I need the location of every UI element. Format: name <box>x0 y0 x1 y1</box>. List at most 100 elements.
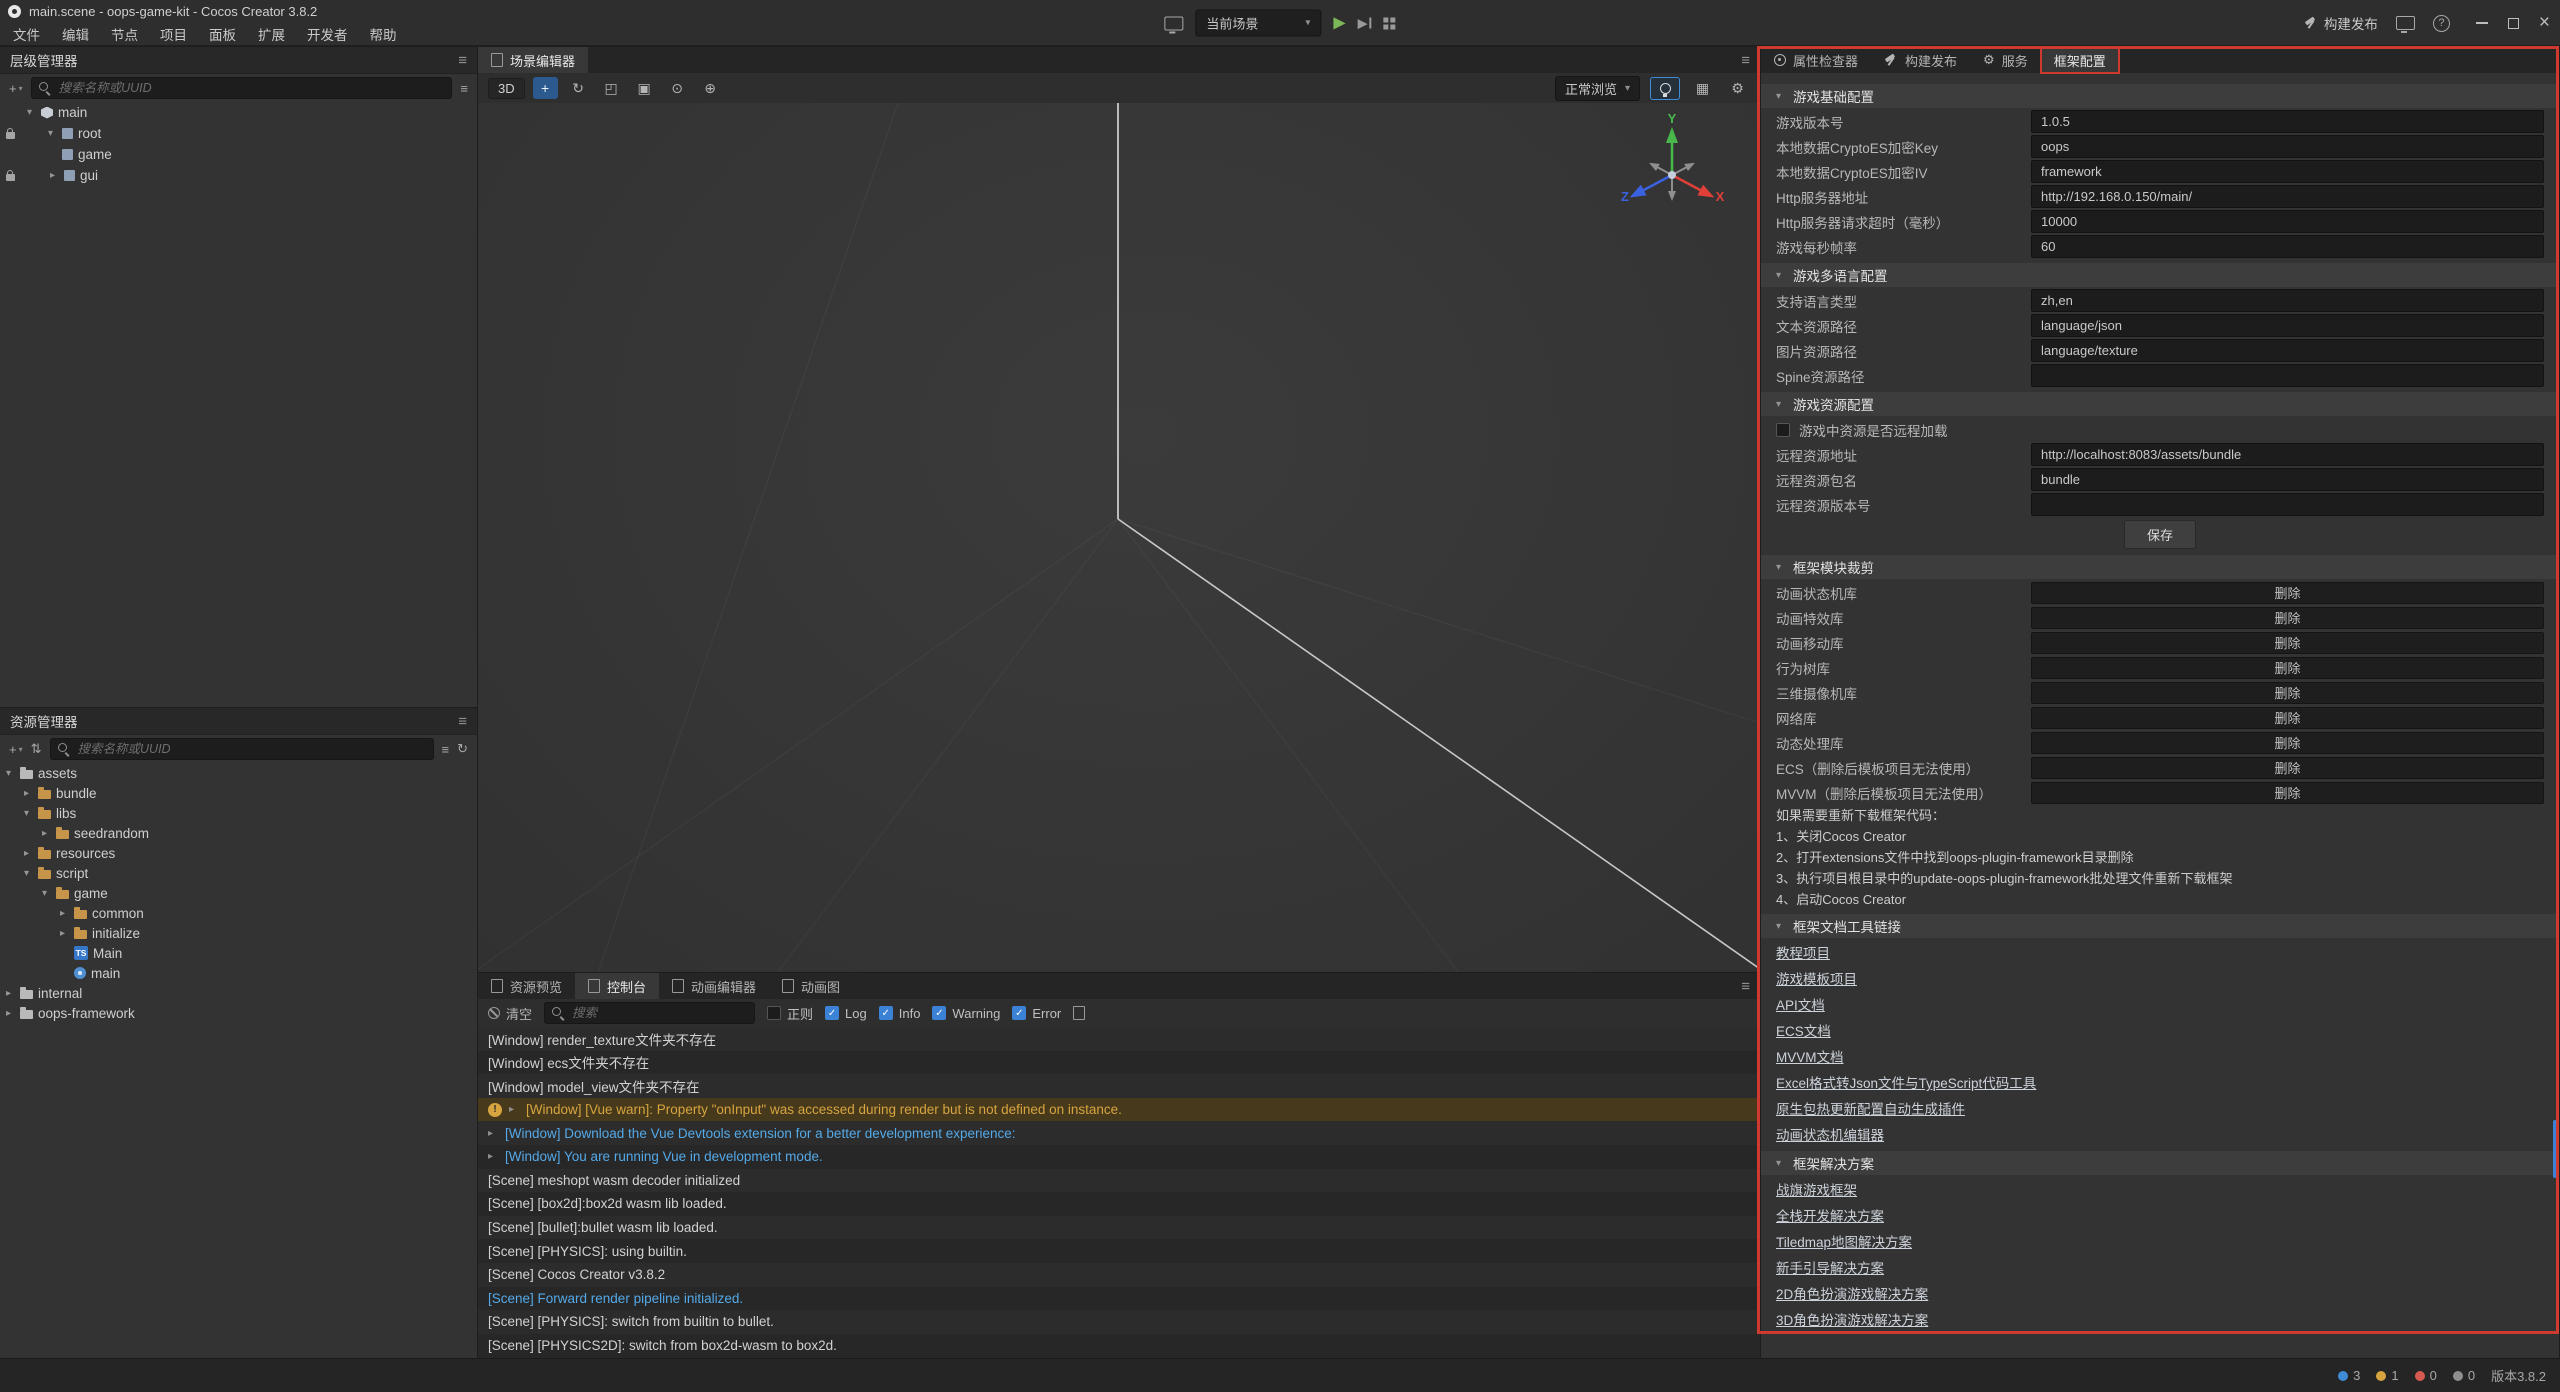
solution-link[interactable]: 2D角色扮演游戏解决方案 <box>1776 1283 1928 1303</box>
tab-build-publish[interactable]: 构建发布 <box>1871 47 1970 73</box>
log-row[interactable]: [Scene] [PHYSICS]: using builtin. <box>478 1239 1760 1263</box>
help-icon[interactable]: ? <box>2433 15 2450 32</box>
solution-link[interactable]: Tiledmap地图解决方案 <box>1776 1231 1912 1251</box>
log-row[interactable]: [Scene] [box2d]:box2d wasm lib loaded. <box>478 1192 1760 1216</box>
asset-folder-oops-framework[interactable]: ▸ oops-framework <box>0 1003 477 1023</box>
solution-link[interactable]: 全栈开发解决方案 <box>1776 1205 1884 1225</box>
log-row[interactable]: [Window] render_texture文件夹不存在 <box>478 1027 1760 1051</box>
current-scene-dropdown[interactable]: 当前场景 ▾ <box>1195 10 1321 37</box>
orientation-gizmo[interactable]: Y X Z <box>1614 111 1734 231</box>
log-row[interactable]: [Window] ecs文件夹不存在 <box>478 1051 1760 1075</box>
expand-closed-icon[interactable]: ▸ <box>509 1104 519 1115</box>
hierarchy-filter-icon[interactable]: ≡ <box>460 81 468 96</box>
delete-module-button[interactable]: 删除 <box>2031 732 2544 754</box>
remote-version-input[interactable] <box>2031 493 2544 516</box>
asset-folder-game[interactable]: ▾ game <box>0 883 477 903</box>
delete-module-button[interactable]: 删除 <box>2031 632 2544 654</box>
section-language-config[interactable]: ▾ 游戏多语言配置 <box>1761 263 2559 287</box>
hierarchy-menu-icon[interactable]: ≡ <box>458 52 467 69</box>
console-search-input[interactable] <box>570 1005 747 1021</box>
asset-folder-internal[interactable]: ▸ internal <box>0 983 477 1003</box>
space-toggle-icon[interactable]: ⊕ <box>698 77 723 99</box>
crypto-key-input[interactable] <box>2031 135 2544 158</box>
scene-viewport[interactable]: Y X Z <box>478 103 1760 972</box>
menu-extension[interactable]: 扩展 <box>247 24 296 44</box>
delete-module-button[interactable]: 删除 <box>2031 582 2544 604</box>
lock-icon[interactable] <box>6 174 15 181</box>
section-module-trim[interactable]: ▾ 框架模块裁剪 <box>1761 555 2559 579</box>
crypto-iv-input[interactable] <box>2031 160 2544 183</box>
step-button[interactable]: ▶ <box>1358 15 1372 31</box>
solution-link[interactable]: 战旗游戏框架 <box>1776 1179 1857 1199</box>
preview-grid-icon[interactable] <box>1384 17 1396 29</box>
image-res-path-input[interactable] <box>2031 339 2544 362</box>
log-count[interactable]: 3 <box>2338 1368 2360 1383</box>
tab-animation-editor[interactable]: 动画编辑器 <box>659 973 769 999</box>
filter-warning[interactable]: Warning <box>932 1006 1000 1021</box>
doc-link[interactable]: ECS文档 <box>1776 1020 1831 1040</box>
sort-icon[interactable]: ⇅ <box>31 741 42 757</box>
expand-open-icon[interactable]: ▾ <box>23 107 36 118</box>
delete-module-button[interactable]: 删除 <box>2031 782 2544 804</box>
solution-link[interactable]: 3D角色扮演游戏解决方案 <box>1776 1309 1928 1329</box>
delete-module-button[interactable]: 删除 <box>2031 682 2544 704</box>
assets-menu-icon[interactable]: ≡ <box>458 713 467 730</box>
http-timeout-input[interactable] <box>2031 210 2544 233</box>
pivot-toggle-icon[interactable]: ⊙ <box>665 77 690 99</box>
asset-folder-libs[interactable]: ▾ libs <box>0 803 477 823</box>
log-row-warning[interactable]: ! ▸ [Window] [Vue warn]: Property "onInp… <box>478 1098 1760 1122</box>
tab-property-inspector[interactable]: 属性检查器 <box>1761 47 1871 73</box>
other-count[interactable]: 0 <box>2453 1368 2475 1383</box>
delete-module-button[interactable]: 删除 <box>2031 757 2544 779</box>
solution-link[interactable]: 新手引导解决方案 <box>1776 1257 1884 1277</box>
delete-module-button[interactable]: 删除 <box>2031 707 2544 729</box>
expand-open-icon[interactable]: ▾ <box>44 128 57 139</box>
tab-asset-preview[interactable]: 资源预览 <box>478 973 575 999</box>
asset-folder-bundle[interactable]: ▸ bundle <box>0 783 477 803</box>
frame-rate-input[interactable] <box>2031 235 2544 258</box>
assets-filter-icon[interactable]: ≡ <box>442 742 450 757</box>
hierarchy-node-game[interactable]: game <box>0 144 477 165</box>
menu-node[interactable]: 节点 <box>100 24 149 44</box>
asset-file-main-ts[interactable]: TS Main <box>0 943 477 963</box>
maximize-button[interactable] <box>2508 18 2519 29</box>
build-publish-button[interactable]: 构建发布 <box>2304 13 2378 33</box>
layout-icon[interactable] <box>2396 16 2415 30</box>
menu-project[interactable]: 项目 <box>149 24 198 44</box>
filter-error[interactable]: Error <box>1012 1006 1061 1021</box>
doc-link[interactable]: 教程项目 <box>1776 942 1830 962</box>
refresh-icon[interactable]: ↻ <box>457 741 468 757</box>
hierarchy-node-main[interactable]: ▾ main <box>0 102 477 123</box>
save-button[interactable]: 保存 <box>2124 520 2196 549</box>
lock-icon[interactable] <box>6 132 15 139</box>
section-solutions[interactable]: ▾ 框架解决方案 <box>1761 1151 2559 1175</box>
expand-closed-icon[interactable]: ▸ <box>488 1151 498 1162</box>
log-row[interactable]: [Scene] [PHYSICS2D]: switch from box2d-w… <box>478 1334 1760 1358</box>
language-types-input[interactable] <box>2031 289 2544 312</box>
rotate-tool-icon[interactable]: ↻ <box>566 77 591 99</box>
log-row-info[interactable]: ▸ [Window] Download the Vue Devtools ext… <box>478 1121 1760 1145</box>
add-asset-button[interactable]: +▾ <box>9 742 23 757</box>
console-searchbox[interactable] <box>544 1002 755 1024</box>
delete-module-button[interactable]: 删除 <box>2031 607 2544 629</box>
tab-animation-graph[interactable]: 动画图 <box>769 973 853 999</box>
asset-folder-assets[interactable]: ▾ assets <box>0 763 477 783</box>
close-button[interactable]: × <box>2539 17 2550 29</box>
log-row[interactable]: [Scene] [bullet]:bullet wasm lib loaded. <box>478 1216 1760 1240</box>
asset-folder-script[interactable]: ▾ script <box>0 863 477 883</box>
delete-module-button[interactable]: 删除 <box>2031 657 2544 679</box>
section-game-basic-config[interactable]: ▾ 游戏基础配置 <box>1761 84 2559 108</box>
tab-console[interactable]: 控制台 <box>575 973 659 999</box>
scrollbar-thumb[interactable] <box>2553 1120 2558 1178</box>
console-menu-icon[interactable]: ≡ <box>1741 978 1760 995</box>
assets-searchbox[interactable] <box>50 738 434 760</box>
view-options-icon[interactable]: ▦ <box>1690 77 1715 99</box>
section-resource-config[interactable]: ▾ 游戏资源配置 <box>1761 392 2559 416</box>
expand-closed-icon[interactable]: ▸ <box>488 1128 498 1139</box>
asset-folder-common[interactable]: ▸ common <box>0 903 477 923</box>
hierarchy-node-root[interactable]: ▾ root <box>0 123 477 144</box>
tab-scene-editor[interactable]: 场景编辑器 <box>478 47 588 73</box>
doc-link[interactable]: 动画状态机编辑器 <box>1776 1124 1884 1144</box>
menu-help[interactable]: 帮助 <box>359 24 408 44</box>
log-row-info[interactable]: ▸ [Window] You are running Vue in develo… <box>478 1145 1760 1169</box>
